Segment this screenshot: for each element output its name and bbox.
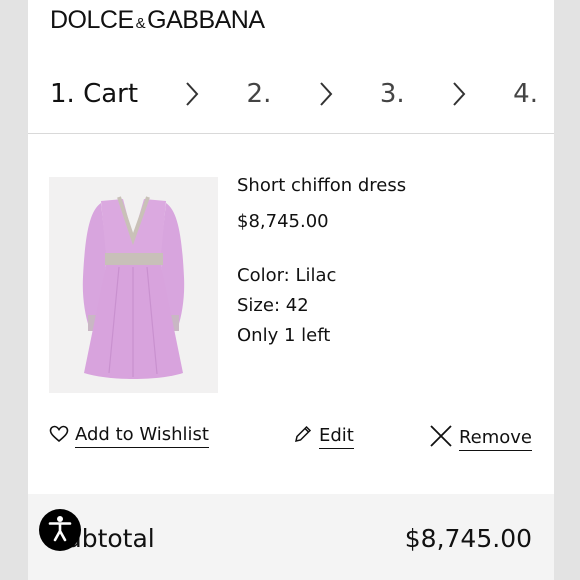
edit-button[interactable]: Edit <box>293 424 354 449</box>
edit-label: Edit <box>319 425 354 449</box>
checkout-steps: 1. Cart 2. 3. 4. <box>50 76 538 112</box>
accessibility-icon <box>45 513 75 547</box>
product-color: Color: Lilac <box>237 265 337 286</box>
steps-divider <box>28 133 554 134</box>
product-size: Size: 42 <box>237 295 309 316</box>
step-cart[interactable]: 1. Cart <box>50 79 138 109</box>
brand-name-right: GABBANA <box>147 6 265 34</box>
step-2[interactable]: 2. <box>247 79 272 109</box>
close-icon <box>429 424 459 453</box>
product-name[interactable]: Short chiffon dress <box>237 175 406 196</box>
brand-logo[interactable]: DOLCE &GABBANA <box>50 6 265 35</box>
subtotal-value: $8,745.00 <box>404 524 532 553</box>
brand-ampersand: & <box>135 15 146 32</box>
right-gutter <box>554 0 580 580</box>
cart-page: DOLCE &GABBANA 1. Cart 2. 3. 4. Short ch… <box>28 0 554 580</box>
item-actions: Add to Wishlist Edit Remove <box>49 424 532 454</box>
remove-button[interactable]: Remove <box>429 424 532 453</box>
wishlist-label: Add to Wishlist <box>75 424 209 448</box>
chevron-right-icon <box>318 81 334 107</box>
dress-image-icon <box>82 196 185 379</box>
pencil-icon <box>293 424 319 449</box>
chevron-right-icon <box>451 81 467 107</box>
chevron-right-icon <box>184 81 200 107</box>
product-price: $8,745.00 <box>237 211 329 232</box>
step-4[interactable]: 4. <box>513 79 538 109</box>
heart-icon <box>49 425 75 448</box>
remove-label: Remove <box>458 427 532 451</box>
left-gutter <box>0 0 28 580</box>
stock-status: Only 1 left <box>237 325 331 346</box>
add-to-wishlist-button[interactable]: Add to Wishlist <box>49 424 209 448</box>
order-summary: Subtotal $8,745.00 <box>28 494 554 580</box>
brand-name-left: DOLCE <box>50 6 134 34</box>
product-image[interactable] <box>49 177 218 393</box>
accessibility-button[interactable] <box>39 509 81 551</box>
step-3[interactable]: 3. <box>380 79 405 109</box>
